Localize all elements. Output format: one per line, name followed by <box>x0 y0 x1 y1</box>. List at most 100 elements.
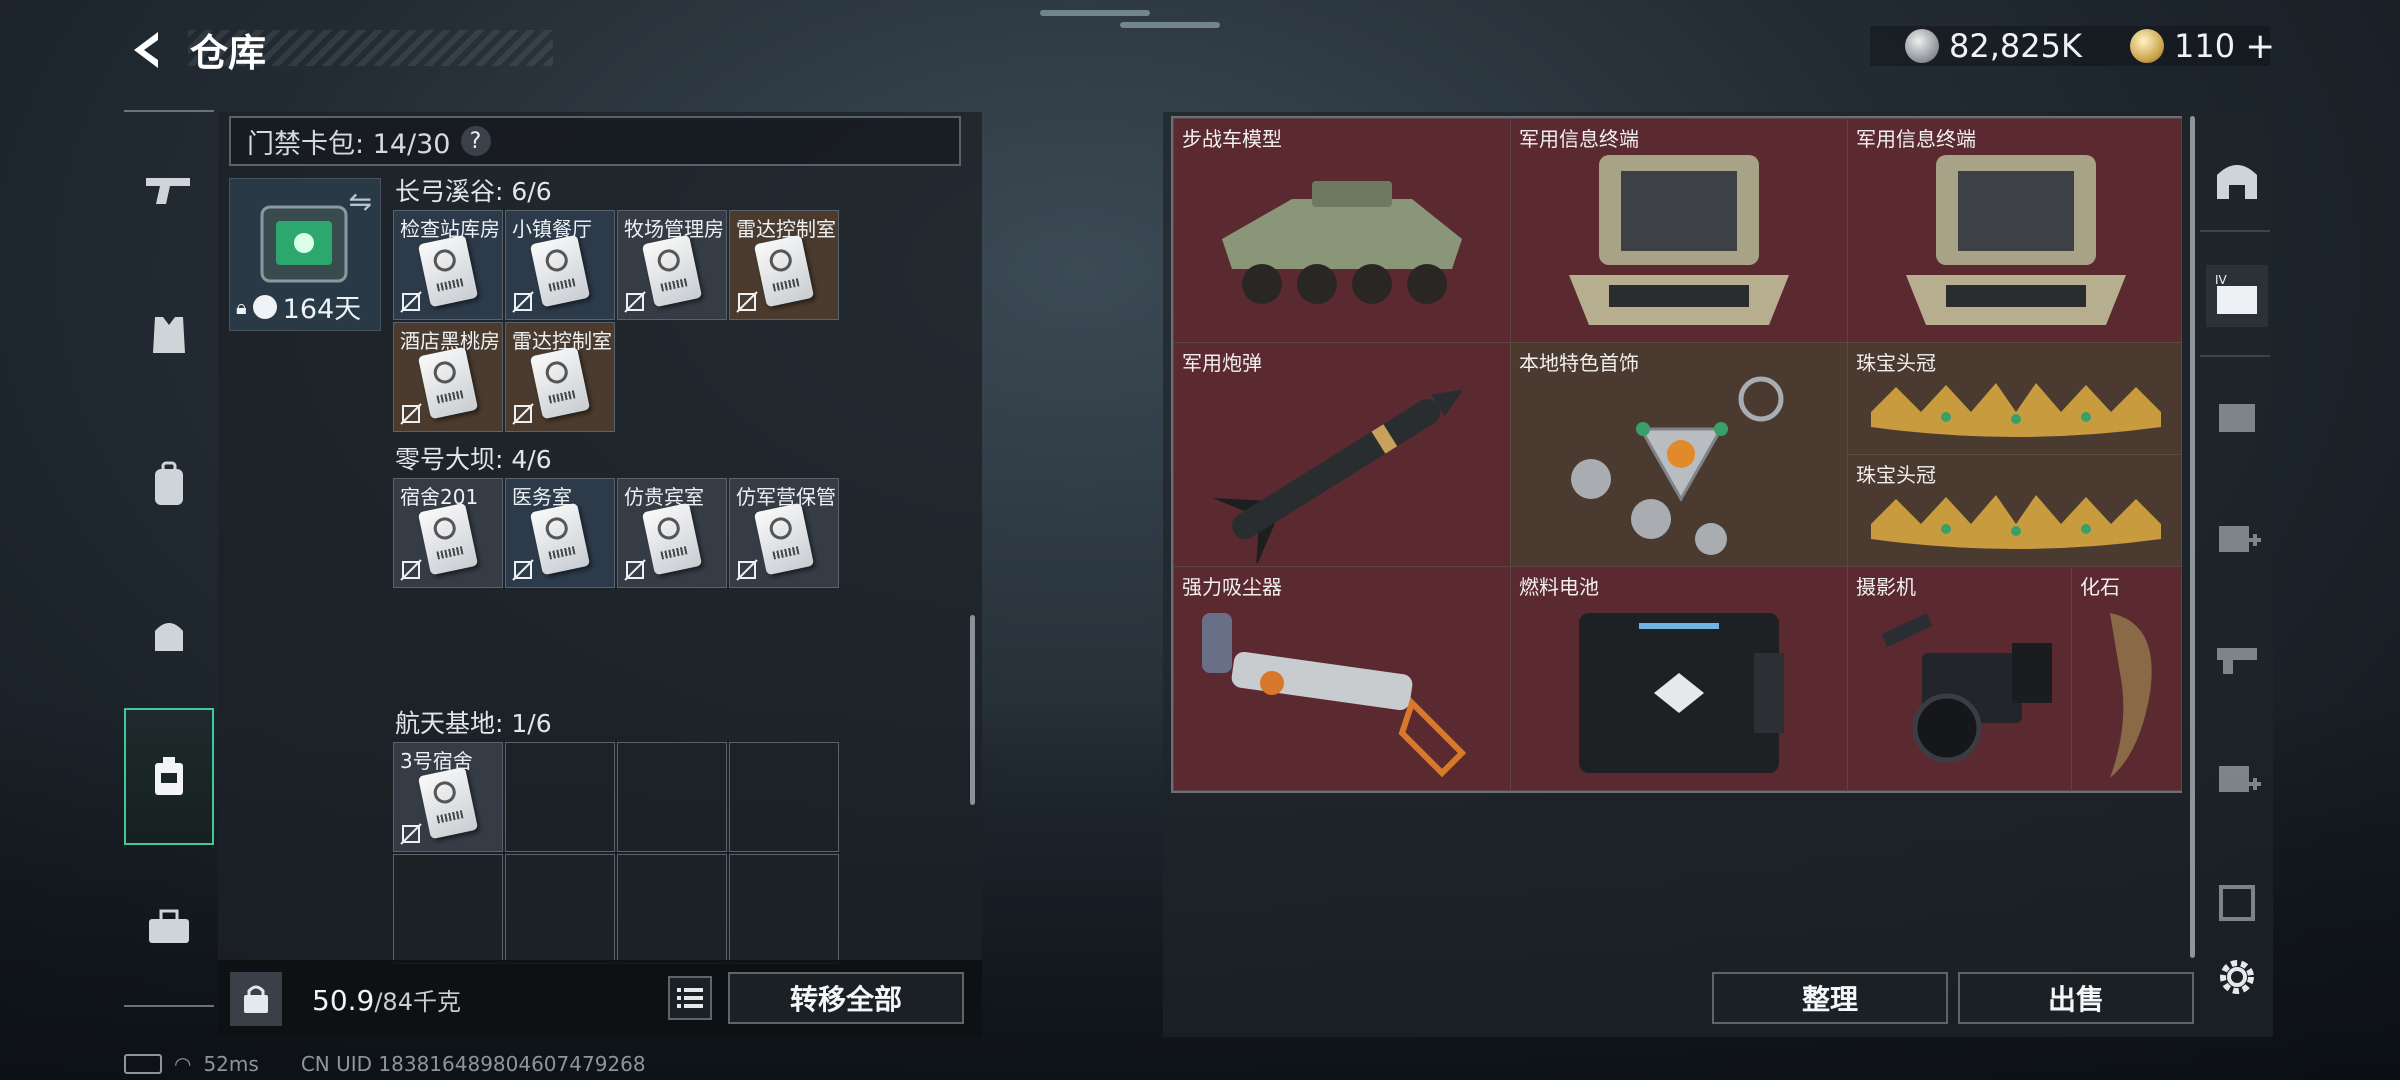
keycard-slot[interactable]: 3号宿舍 <box>393 742 503 852</box>
days-left: 164天 <box>282 294 362 325</box>
keycard-name: 宿舍201 <box>400 485 479 509</box>
rail-weapons[interactable] <box>124 125 214 255</box>
weight-capacity: /84千克 <box>374 988 461 1016</box>
category-gear[interactable] <box>2206 385 2268 447</box>
tier-iv-gear-icon: IV <box>2215 273 2257 314</box>
keycard-slot[interactable]: 牧场管理房 <box>617 210 727 320</box>
item-military-terminal-2[interactable]: 军用信息终端 <box>1847 118 2182 343</box>
crown-icon <box>1871 495 2161 549</box>
keycard-bag-thumbnail[interactable]: ⇋ 🔒︎ 164天 <box>229 178 381 331</box>
ceiling-light <box>1040 10 1150 16</box>
vehicle-model-icon <box>1222 181 1462 304</box>
gold-currency[interactable]: 110 + <box>2130 24 2275 68</box>
rail-keycard-bag[interactable] <box>124 708 214 845</box>
list-view-button[interactable] <box>668 976 712 1020</box>
keycard-slot[interactable]: 宿舍201 <box>393 478 503 588</box>
item-jewel-crown[interactable]: 珠宝头冠 <box>1847 342 2182 455</box>
keycard-name: 仿贵宾室 <box>624 485 704 509</box>
keycard-slot[interactable]: 雷达控制室 <box>729 210 839 320</box>
rail-toolbox[interactable] <box>124 862 214 992</box>
keycard-slot[interactable]: 医务室 <box>505 478 615 588</box>
empty-keycard-slot[interactable] <box>729 854 839 964</box>
weight-lock-icon <box>230 972 282 1026</box>
item-name: 步战车模型 <box>1182 127 1282 151</box>
svg-text:IV: IV <box>2215 273 2228 287</box>
item-military-terminal[interactable]: 军用信息终端 <box>1510 118 1848 343</box>
fuel-cell-icon <box>1579 613 1784 773</box>
silver-currency: 82,825K <box>1905 24 2082 68</box>
backpack-icon <box>155 461 183 505</box>
vacuum-icon <box>1202 613 1467 778</box>
settings-button[interactable] <box>2206 946 2268 1008</box>
keycard-icon <box>753 502 815 576</box>
back-arrow-icon[interactable] <box>120 24 172 76</box>
vest-icon <box>153 317 185 353</box>
item-name: 强力吸尘器 <box>1182 575 1282 599</box>
category-tier-ii-medkit[interactable] <box>2206 505 2268 567</box>
keycard-icon <box>753 234 815 308</box>
keycard-icon <box>417 502 479 576</box>
swap-icon[interactable]: ⇋ <box>349 185 372 218</box>
fossil-claw-icon <box>2110 613 2152 778</box>
item-fuel-cell[interactable]: 燃料电池 <box>1510 566 1848 791</box>
keycard-name: 雷达控制室 <box>736 217 836 241</box>
item-fossil[interactable]: 化石 <box>2071 566 2182 791</box>
keycard-icon <box>417 766 479 840</box>
category-tier-ii-medkit-2[interactable] <box>2206 745 2268 807</box>
lock-icon: 🔒︎ <box>236 294 247 319</box>
empty-keycard-slot[interactable] <box>617 854 727 964</box>
missile-icon <box>1212 389 1464 563</box>
keycard-slot[interactable]: 仿贵宾室 <box>617 478 727 588</box>
item-local-jewelry[interactable]: 本地特色首饰 <box>1510 342 1848 567</box>
gear-icon-1 <box>2219 404 2255 432</box>
empty-keycard-slot[interactable] <box>505 742 615 852</box>
keycard-icon <box>417 234 479 308</box>
empty-keycard-slot[interactable] <box>729 742 839 852</box>
rail-backpack[interactable] <box>124 420 214 550</box>
sell-button[interactable]: 出售 <box>1958 972 2194 1024</box>
no-transfer-icon <box>624 559 646 581</box>
item-infantry-vehicle-model[interactable]: 步战车模型 <box>1173 118 1511 343</box>
tier-ii-medkit-icon-2 <box>2219 766 2261 792</box>
camera-icon <box>1881 613 2052 763</box>
keycard-slot[interactable]: 仿军营保管 <box>729 478 839 588</box>
rail-bag[interactable] <box>124 570 214 700</box>
category-tier-iii-armor[interactable] <box>2206 870 2268 932</box>
silver-coin-icon <box>1905 29 1939 63</box>
item-power-vacuum[interactable]: 强力吸尘器 <box>1173 566 1511 791</box>
keycard-slot[interactable]: 检查站库房 <box>393 210 503 320</box>
keycard-slot[interactable]: 酒店黑桃房 <box>393 322 503 432</box>
empty-keycard-slot[interactable] <box>505 854 615 964</box>
empty-keycard-slot[interactable] <box>393 854 503 964</box>
keycard-icon <box>529 234 591 308</box>
toolbox-icon <box>149 909 189 943</box>
silver-amount: 82,825K <box>1949 27 2082 65</box>
item-name: 摄影机 <box>1856 575 1916 599</box>
rail-armor[interactable] <box>124 270 214 400</box>
category-tier-iii-gun[interactable] <box>2206 625 2268 687</box>
transfer-all-button[interactable]: 转移全部 <box>728 972 964 1024</box>
category-divider <box>2200 230 2270 232</box>
tier-ii-medkit-icon <box>2219 526 2261 552</box>
category-safe-box[interactable] <box>2206 148 2268 210</box>
rail-divider <box>124 110 214 112</box>
no-transfer-icon <box>512 559 534 581</box>
help-icon[interactable]: ? <box>460 126 491 156</box>
empty-keycard-slot[interactable] <box>617 742 727 852</box>
sort-button[interactable]: 整理 <box>1712 972 1948 1024</box>
add-gold-button[interactable]: + <box>2245 26 2275 67</box>
clock-icon <box>252 294 277 319</box>
keycard-icon <box>641 234 703 308</box>
keycard-slot[interactable]: 雷达控制室 <box>505 322 615 432</box>
item-jewel-crown-2[interactable]: 珠宝头冠 <box>1847 454 2182 567</box>
no-transfer-icon <box>400 559 422 581</box>
gun-icon <box>146 178 190 204</box>
keycard-slot[interactable]: 小镇餐厅 <box>505 210 615 320</box>
left-scrollbar[interactable] <box>970 615 975 805</box>
right-scrollbar[interactable] <box>2190 116 2195 958</box>
keycard-name: 酒店黑桃房 <box>400 329 500 353</box>
category-tier-iv-gear[interactable]: IV <box>2206 265 2268 327</box>
item-video-camera[interactable]: 摄影机 <box>1847 566 2072 791</box>
item-military-shell[interactable]: 军用炮弹 <box>1173 342 1511 567</box>
keycard-name: 医务室 <box>512 485 572 509</box>
